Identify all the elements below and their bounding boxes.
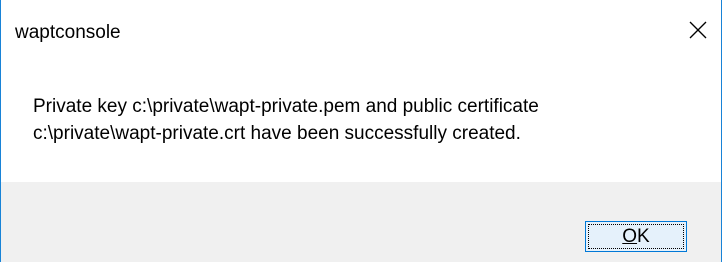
message-line-2: c:\private\wapt-private.crt have been su… bbox=[33, 123, 521, 144]
title-bar[interactable]: waptconsole bbox=[1, 0, 721, 60]
ok-button-accelerator: O bbox=[622, 225, 638, 247]
close-icon bbox=[689, 21, 707, 39]
ok-button[interactable]: OK bbox=[585, 221, 687, 252]
button-bar: OK bbox=[1, 182, 721, 262]
message-text: Private key c:\private\wapt-private.pem … bbox=[33, 93, 693, 147]
dialog-body: Private key c:\private\wapt-private.pem … bbox=[1, 60, 721, 182]
close-button[interactable] bbox=[675, 0, 721, 60]
ok-button-label: K bbox=[637, 225, 650, 247]
message-dialog: waptconsole Private key c:\private\wapt-… bbox=[0, 0, 722, 262]
message-line-1: Private key c:\private\wapt-private.pem … bbox=[33, 96, 539, 117]
window-title: waptconsole bbox=[15, 22, 121, 43]
